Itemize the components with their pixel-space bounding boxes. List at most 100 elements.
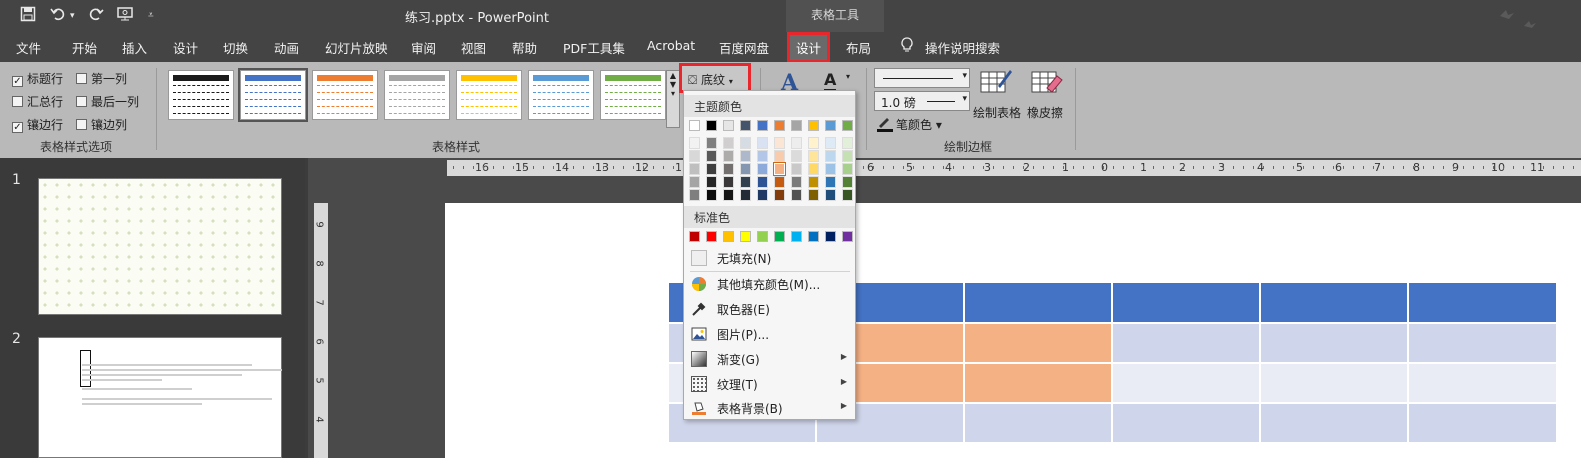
color-swatch[interactable] [774, 189, 785, 201]
eraser-icon[interactable] [1031, 68, 1063, 99]
table-style-thumbnail[interactable] [238, 68, 308, 122]
color-swatch[interactable] [808, 189, 819, 201]
color-swatch[interactable] [723, 163, 734, 175]
color-swatch[interactable] [791, 163, 802, 175]
color-swatch[interactable] [723, 231, 734, 242]
color-swatch[interactable] [689, 163, 700, 175]
color-swatch[interactable] [774, 120, 785, 131]
table-cell[interactable] [964, 363, 1112, 403]
tab-pdf-tools[interactable]: PDF工具集 [563, 38, 625, 57]
draw-table-icon[interactable] [980, 68, 1012, 99]
tab-insert[interactable]: 插入 [122, 38, 147, 57]
tab-table-design[interactable]: 设计 [786, 32, 831, 63]
color-swatch[interactable] [757, 163, 768, 175]
color-swatch[interactable] [740, 231, 751, 242]
table-cell[interactable] [964, 403, 1112, 443]
table-header-cell[interactable] [964, 282, 1112, 323]
color-swatch[interactable] [723, 176, 734, 188]
color-swatch[interactable] [689, 120, 700, 131]
pen-color-icon[interactable] [876, 114, 894, 136]
table-header-cell[interactable] [1112, 282, 1260, 323]
color-swatch[interactable] [825, 150, 836, 162]
checkbox-first-column[interactable]: 第一列 [76, 70, 127, 87]
eyedropper-item[interactable]: 取色器(E) [684, 297, 855, 321]
color-swatch[interactable] [825, 120, 836, 131]
color-swatch[interactable] [825, 231, 836, 242]
color-swatch[interactable] [757, 176, 768, 188]
color-swatch[interactable] [689, 137, 700, 149]
table-cell[interactable] [1260, 403, 1408, 443]
color-swatch[interactable] [706, 137, 717, 149]
table-cell[interactable] [1112, 363, 1260, 403]
table-style-thumbnail[interactable] [312, 70, 378, 120]
color-swatch[interactable] [825, 163, 836, 175]
color-swatch[interactable] [740, 189, 751, 201]
color-swatch[interactable] [774, 231, 785, 242]
color-swatch[interactable] [774, 137, 785, 149]
gallery-scroll[interactable]: ▲ ▼ ▾ [666, 70, 680, 128]
table-cell[interactable] [1112, 403, 1260, 443]
save-icon[interactable] [20, 6, 36, 26]
color-swatch[interactable] [757, 120, 768, 131]
tab-baidu-netdisk[interactable]: 百度网盘 [719, 38, 769, 57]
color-swatch[interactable] [791, 189, 802, 201]
color-swatch[interactable] [842, 120, 853, 131]
tab-transitions[interactable]: 切换 [223, 38, 248, 57]
color-swatch[interactable] [842, 231, 853, 242]
color-swatch[interactable] [842, 189, 853, 201]
color-swatch[interactable] [825, 137, 836, 149]
color-swatch[interactable] [842, 137, 853, 149]
color-swatch[interactable] [791, 176, 802, 188]
color-swatch[interactable] [723, 150, 734, 162]
color-swatch[interactable] [842, 163, 853, 175]
table-header-cell[interactable] [1408, 282, 1557, 323]
table-cell[interactable] [1260, 363, 1408, 403]
customize-icon[interactable]: ⩡ [148, 6, 154, 26]
tab-table-layout[interactable]: 布局 [846, 38, 871, 57]
checkbox-banded-rows[interactable]: ✓ 镶边行 [12, 116, 63, 133]
table-style-thumbnail[interactable] [456, 70, 522, 120]
tab-slideshow[interactable]: 幻灯片放映 [325, 38, 388, 57]
tab-review[interactable]: 审阅 [411, 38, 436, 57]
color-swatch[interactable] [791, 231, 802, 242]
tab-design[interactable]: 设计 [173, 38, 198, 57]
color-swatch[interactable] [791, 150, 802, 162]
checkbox-last-column[interactable]: 最后一列 [76, 93, 139, 110]
present-icon[interactable] [116, 6, 134, 26]
color-swatch[interactable] [842, 176, 853, 188]
slide-thumbnail-2[interactable] [38, 337, 282, 458]
color-swatch[interactable] [740, 176, 751, 188]
checkbox-banded-columns[interactable]: 镶边列 [76, 116, 127, 133]
eraser-button[interactable]: 橡皮擦 [1027, 104, 1063, 121]
color-swatch[interactable] [757, 150, 768, 162]
tab-help[interactable]: 帮助 [512, 38, 537, 57]
color-swatch[interactable] [689, 231, 700, 242]
table-header-cell[interactable] [1260, 282, 1408, 323]
color-swatch[interactable] [723, 137, 734, 149]
color-swatch[interactable] [808, 176, 819, 188]
pen-weight-select[interactable]: 1.0 磅 ▾ [874, 91, 970, 111]
color-swatch[interactable] [689, 189, 700, 201]
color-swatch[interactable] [757, 137, 768, 149]
color-swatch[interactable] [740, 163, 751, 175]
tab-animations[interactable]: 动画 [274, 38, 299, 57]
table-cell[interactable] [1260, 323, 1408, 363]
color-swatch[interactable] [825, 189, 836, 201]
undo-icon[interactable] [50, 6, 66, 26]
pen-style-select[interactable]: ▾ [874, 68, 970, 88]
color-swatch[interactable] [791, 137, 802, 149]
table-style-thumbnail[interactable] [528, 70, 594, 120]
redo-icon[interactable] [88, 6, 104, 26]
table-style-thumbnail[interactable] [384, 70, 450, 120]
table-background-item[interactable]: 表格背景(B) ▶ [684, 396, 855, 420]
color-swatch[interactable] [757, 189, 768, 201]
color-swatch[interactable] [757, 231, 768, 242]
checkbox-header-row[interactable]: ✓ 标题行 [12, 70, 63, 87]
tell-me-search[interactable]: 操作说明搜索 [925, 38, 1000, 57]
color-swatch[interactable] [740, 150, 751, 162]
tab-acrobat[interactable]: Acrobat [647, 38, 695, 53]
pen-color-button[interactable]: 笔颜色 ▾ [896, 116, 942, 133]
text-fill-icon[interactable]: A [824, 70, 837, 92]
table-cell[interactable] [1112, 323, 1260, 363]
more-fill-colors-item[interactable]: 其他填充颜色(M)... [684, 272, 855, 296]
